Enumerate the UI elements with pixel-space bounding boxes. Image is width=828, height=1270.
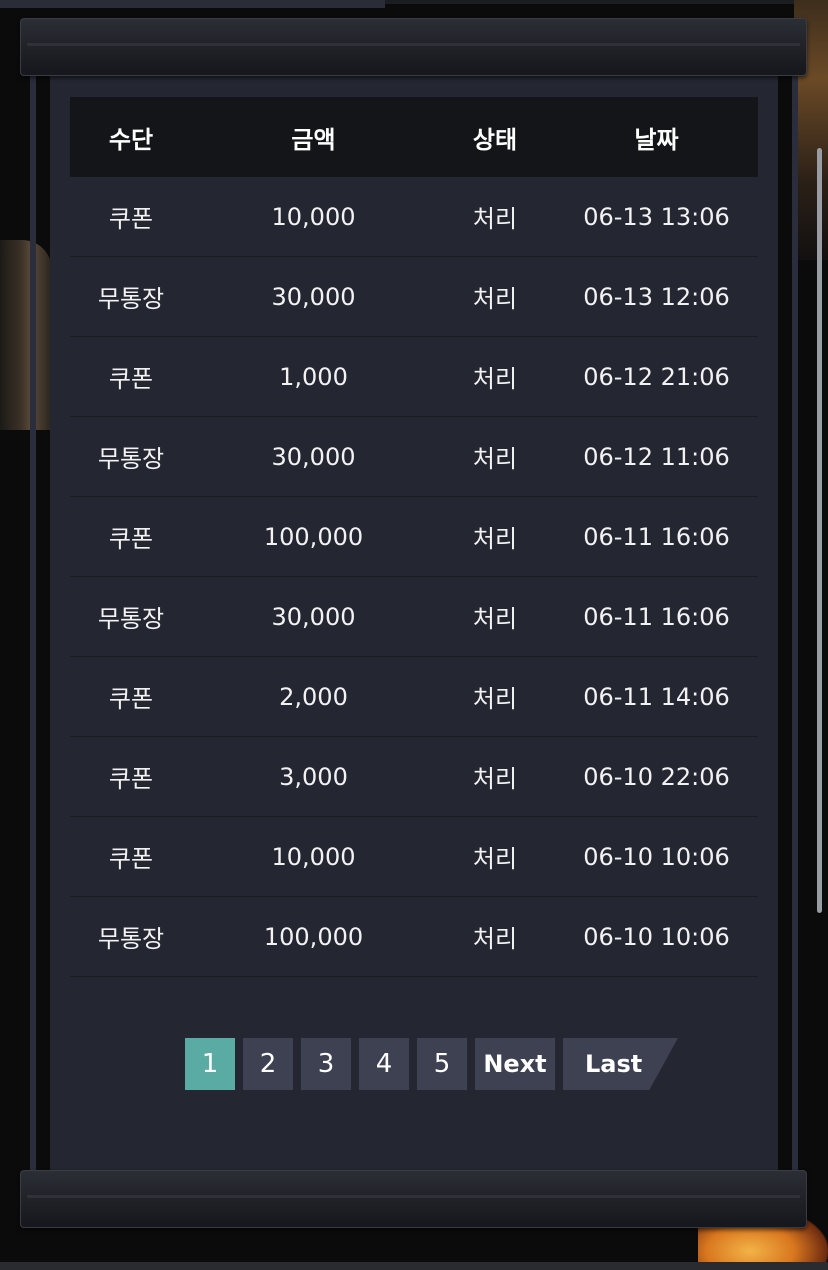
cell-status: 처리 (472, 605, 518, 633)
scroll-cap-bottom (20, 1170, 807, 1228)
table-row: 쿠폰 3,000 처리 06-10 22:06 (70, 737, 758, 817)
cell-date: 06-13 13:06 (583, 202, 730, 231)
cell-date: 06-11 16:06 (583, 602, 730, 631)
header-method: 수단 (108, 125, 154, 154)
cell-status: 처리 (472, 765, 518, 793)
cell-amount: 10,000 (271, 842, 356, 871)
last-page-button[interactable]: Last (563, 1038, 678, 1090)
cell-date: 06-13 12:06 (583, 282, 730, 311)
cell-status: 처리 (472, 445, 518, 473)
table-row: 무통장 100,000 처리 06-10 10:06 (70, 897, 758, 977)
cell-amount: 100,000 (263, 522, 364, 551)
table-row: 무통장 30,000 처리 06-12 11:06 (70, 417, 758, 497)
cell-amount: 30,000 (271, 442, 356, 471)
page-button-5[interactable]: 5 (417, 1038, 467, 1090)
scrollbar[interactable] (817, 148, 822, 913)
table-row: 쿠폰 10,000 처리 06-10 10:06 (70, 817, 758, 897)
cell-date: 06-12 21:06 (583, 362, 730, 391)
background-strip (0, 0, 385, 8)
header-amount: 금액 (291, 125, 336, 154)
table-row: 쿠폰 10,000 처리 06-13 13:06 (70, 177, 758, 257)
cell-status: 처리 (472, 685, 518, 713)
cell-amount: 100,000 (263, 922, 364, 951)
cell-date: 06-10 22:06 (583, 762, 730, 791)
table-body: 쿠폰 10,000 처리 06-13 13:06 무통장 30,000 처리 06-13 12… (70, 177, 758, 977)
page-button-4[interactable]: 4 (359, 1038, 409, 1090)
scroll-rod-right (792, 75, 798, 1175)
table-row: 쿠폰 2,000 처리 06-11 14:06 (70, 657, 758, 737)
table-header: 수단 금액 상태 날짜 (70, 97, 758, 177)
table-row: 무통장 30,000 처리 06-13 12:06 (70, 257, 758, 337)
transaction-table: 수단 금액 상태 날짜 쿠폰 10,000 처리 06-13 13:06 무통장 30,0… (70, 97, 758, 977)
cell-amount: 30,000 (271, 282, 356, 311)
header-status: 상태 (472, 125, 518, 154)
background-strip (385, 0, 805, 4)
background-character-art (0, 240, 52, 430)
scroll-rod-left (30, 75, 36, 1175)
cell-status: 처리 (472, 525, 518, 553)
cell-date: 06-10 10:06 (583, 922, 730, 951)
cell-method: 쿠폰 (108, 765, 154, 793)
table-row: 쿠폰 100,000 처리 06-11 16:06 (70, 497, 758, 577)
page-button-1[interactable]: 1 (185, 1038, 235, 1090)
scroll-cap-top (20, 18, 807, 76)
page-button-2[interactable]: 2 (243, 1038, 293, 1090)
cell-status: 처리 (472, 925, 518, 953)
bottom-divider (0, 1262, 828, 1270)
cell-amount: 1,000 (279, 362, 348, 391)
cell-date: 06-11 16:06 (583, 522, 730, 551)
cell-method: 쿠폰 (108, 205, 154, 233)
cell-method: 무통장 (97, 445, 165, 473)
cell-status: 처리 (472, 205, 518, 233)
cell-method: 쿠폰 (108, 525, 154, 553)
table-row: 무통장 30,000 처리 06-11 16:06 (70, 577, 758, 657)
header-date: 날짜 (634, 125, 679, 154)
cell-status: 처리 (472, 365, 518, 393)
cell-date: 06-10 10:06 (583, 842, 730, 871)
cell-status: 처리 (472, 285, 518, 313)
table-row: 쿠폰 1,000 처리 06-12 21:06 (70, 337, 758, 417)
cell-date: 06-12 11:06 (583, 442, 730, 471)
cell-amount: 2,000 (279, 682, 348, 711)
cell-amount: 10,000 (271, 202, 356, 231)
cell-method: 무통장 (97, 605, 165, 633)
cell-method: 쿠폰 (108, 685, 154, 713)
cell-status: 처리 (472, 845, 518, 873)
cell-method: 무통장 (97, 285, 165, 313)
cell-method: 무통장 (97, 925, 165, 953)
pagination: 1 2 3 4 5 Next Last (185, 1038, 678, 1090)
cell-amount: 3,000 (279, 762, 348, 791)
cell-amount: 30,000 (271, 602, 356, 631)
next-page-button[interactable]: Next (475, 1038, 555, 1090)
cell-method: 쿠폰 (108, 845, 154, 873)
cell-date: 06-11 14:06 (583, 682, 730, 711)
cell-method: 쿠폰 (108, 365, 154, 393)
page-button-3[interactable]: 3 (301, 1038, 351, 1090)
page: 수단 금액 상태 날짜 쿠폰 10,000 처리 06-13 13:06 무통장 30,0… (0, 0, 828, 1270)
